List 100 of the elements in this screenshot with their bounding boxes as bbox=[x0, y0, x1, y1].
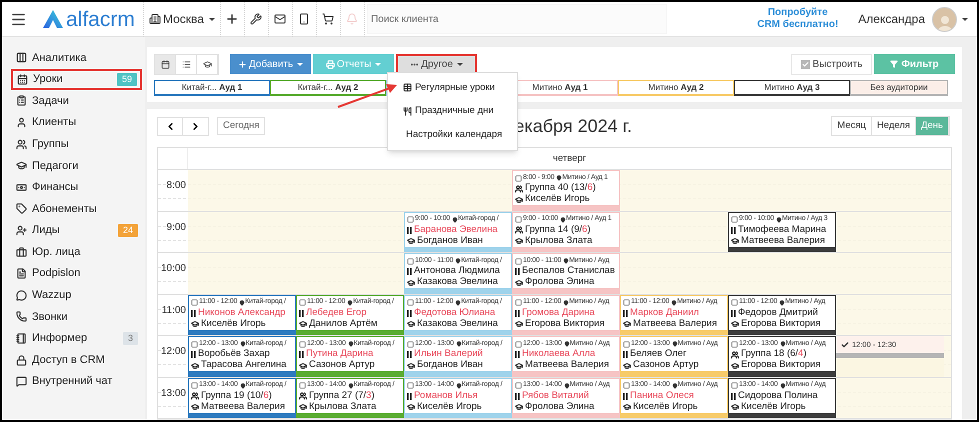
sidebar-item[interactable]: Педагоги bbox=[11, 154, 142, 177]
sidebar-item[interactable]: Аналитика bbox=[11, 47, 142, 69]
menu-item[interactable]: Настройки календаря bbox=[388, 123, 517, 146]
menu-item[interactable]: Праздничные дни bbox=[388, 100, 517, 123]
logo-icon bbox=[43, 10, 63, 28]
time-slot[interactable] bbox=[944, 212, 951, 252]
time-slot[interactable] bbox=[620, 212, 728, 252]
chat-bubble-icon bbox=[16, 290, 27, 301]
room-header[interactable]: Митино Ауд 3 bbox=[734, 80, 850, 96]
time-slot[interactable] bbox=[836, 294, 944, 335]
teacher-name: Матвеева Валерия bbox=[741, 234, 825, 248]
room-header[interactable]: Без аудитории bbox=[850, 80, 948, 96]
pin-icon bbox=[240, 382, 246, 388]
view-toggle[interactable] bbox=[155, 54, 176, 74]
pin-icon bbox=[348, 341, 354, 347]
teacher-name: Тарасова Ангелина bbox=[201, 358, 286, 372]
teacher-name: Киселёв Игорь bbox=[201, 317, 266, 331]
student-icon bbox=[299, 351, 304, 358]
checkbox-icon bbox=[515, 382, 522, 389]
student-icon bbox=[623, 310, 628, 316]
student-icon bbox=[191, 351, 196, 358]
sidebar-item[interactable]: Уроки 59 bbox=[11, 68, 142, 90]
sidebar-item[interactable]: Группы bbox=[11, 133, 142, 155]
arrange-checkbox[interactable]: Выстроить bbox=[791, 54, 872, 74]
time-slot[interactable] bbox=[944, 294, 951, 335]
time-slot[interactable] bbox=[944, 336, 951, 376]
time-slot[interactable] bbox=[620, 253, 728, 294]
sidebar-item[interactable]: Финансы bbox=[11, 176, 142, 198]
sidebar-item[interactable]: Доступ в CRM bbox=[11, 349, 142, 371]
pin-icon bbox=[780, 341, 786, 347]
time-slot[interactable] bbox=[188, 253, 296, 294]
sidebar-item[interactable]: Внутренний чат bbox=[11, 370, 142, 392]
student-icon bbox=[731, 310, 736, 316]
sidebar-item[interactable]: Podpislon bbox=[11, 262, 142, 285]
time-slot[interactable] bbox=[836, 212, 944, 252]
message-icon bbox=[16, 376, 27, 388]
clipboard-icon bbox=[16, 95, 27, 106]
sidebar-label: Абонементы bbox=[32, 202, 97, 217]
teacher-icon bbox=[299, 320, 307, 328]
teacher-icon bbox=[407, 237, 415, 245]
student-icon bbox=[515, 351, 520, 358]
banknote-icon bbox=[16, 182, 27, 193]
sidebar-item[interactable]: Звонки bbox=[11, 306, 142, 328]
sidebar-label: Клиенты bbox=[32, 115, 76, 130]
notebook-icon bbox=[16, 333, 27, 344]
teacher-icon bbox=[407, 362, 415, 370]
time-slot[interactable] bbox=[836, 378, 944, 418]
bell-icon bbox=[346, 13, 358, 25]
teacher-name: Богданов Иван bbox=[417, 358, 483, 372]
sidebar-item[interactable]: Wazzup bbox=[11, 284, 142, 306]
student-name: Федотова Юлиана bbox=[414, 306, 496, 319]
lock-icon bbox=[16, 354, 27, 366]
teacher-name: Киселёв Игорь bbox=[741, 400, 806, 414]
sidebar-item[interactable]: Юр. лица bbox=[11, 241, 142, 263]
toolbar-button[interactable]: Другое bbox=[396, 54, 477, 74]
sidebar-label: Педагоги bbox=[32, 158, 78, 174]
count-badge: 24 bbox=[118, 224, 138, 238]
city-selector[interactable]: Москва bbox=[144, 2, 220, 36]
teacher-name: Фролова Элина bbox=[525, 275, 594, 290]
teacher-name: Сазонов Артур bbox=[633, 358, 699, 372]
mail-icon bbox=[274, 13, 286, 25]
student-icon bbox=[407, 226, 412, 234]
sidebar-item[interactable]: Абонементы bbox=[11, 198, 142, 220]
teacher-name: Богданов Иван bbox=[417, 234, 483, 248]
count-badge: 3 bbox=[122, 332, 138, 346]
annotation-arrow bbox=[336, 82, 398, 110]
student-name: Панина Олеся bbox=[630, 388, 694, 402]
time-slot[interactable] bbox=[404, 170, 512, 210]
time-slot[interactable] bbox=[944, 253, 951, 294]
count-badge: 59 bbox=[116, 72, 137, 86]
time-slot[interactable] bbox=[296, 212, 404, 252]
caret-icon bbox=[962, 18, 968, 20]
caret-icon bbox=[456, 62, 463, 66]
time-slot[interactable] bbox=[944, 378, 951, 418]
sidebar-item[interactable]: Информер 3 bbox=[11, 328, 142, 350]
time-slot[interactable] bbox=[944, 170, 951, 210]
pin-icon bbox=[564, 382, 570, 388]
time-slot[interactable] bbox=[188, 212, 296, 252]
time-slot[interactable] bbox=[620, 170, 728, 210]
teacher-name: Фролова Элина bbox=[525, 400, 594, 414]
checkbox-icon bbox=[191, 382, 198, 389]
graduation-cap-icon bbox=[16, 160, 27, 172]
room-header[interactable]: Китай-г... Ауд 2 bbox=[270, 80, 386, 96]
student-icon bbox=[515, 392, 520, 400]
pin-icon bbox=[348, 382, 354, 388]
room-header[interactable]: Митино Ауд 2 bbox=[618, 80, 734, 96]
time-slot[interactable] bbox=[296, 253, 404, 294]
checkbox-icon bbox=[407, 382, 414, 389]
search-field[interactable]: Поиск клиента bbox=[366, 4, 667, 34]
time-label: 8:00 bbox=[166, 180, 186, 191]
sidebar-item[interactable]: Клиенты bbox=[11, 112, 142, 134]
avatar[interactable] bbox=[932, 6, 957, 32]
pin-icon bbox=[456, 382, 462, 388]
time-slot[interactable] bbox=[188, 170, 296, 210]
today-button[interactable]: Сегодня bbox=[217, 117, 266, 135]
sidebar-label: Юр. лица bbox=[32, 244, 80, 260]
teacher-icon bbox=[191, 362, 199, 370]
room-header[interactable]: Китай-г... Ауд 1 bbox=[154, 80, 270, 96]
sidebar-item[interactable]: Лиды 24 bbox=[11, 220, 142, 242]
sidebar-item[interactable]: Задачи bbox=[11, 90, 142, 112]
